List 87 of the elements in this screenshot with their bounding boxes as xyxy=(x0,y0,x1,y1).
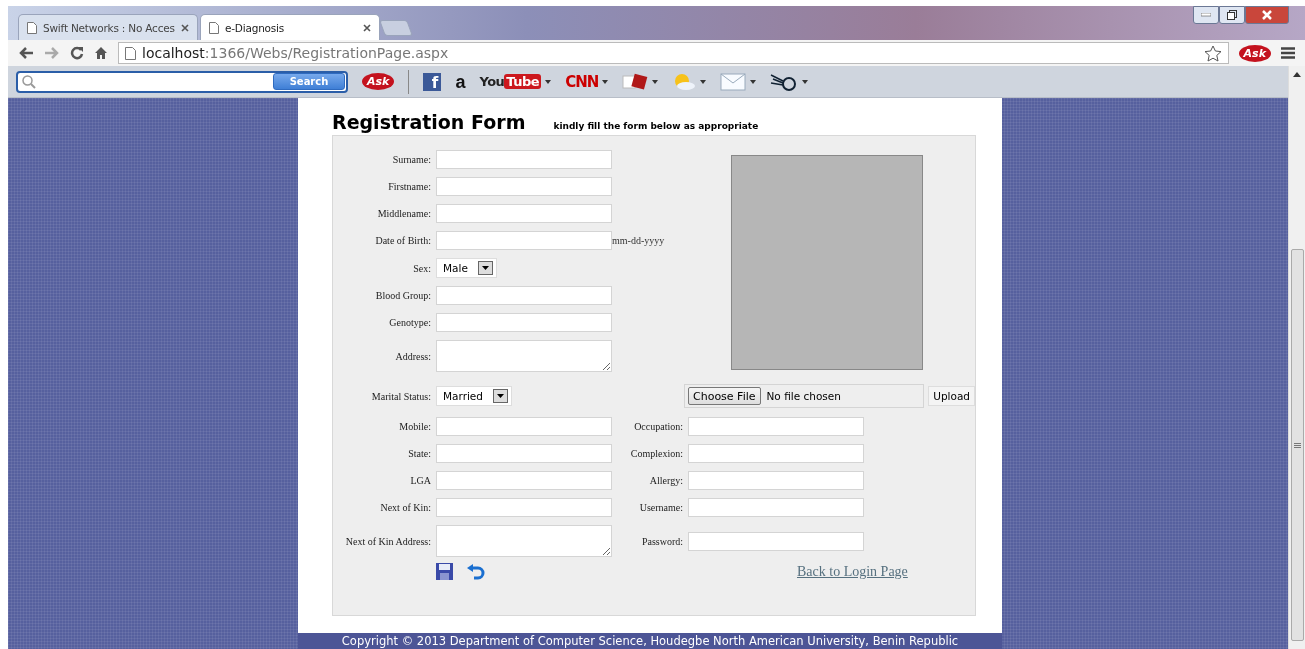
dice-icon[interactable] xyxy=(622,72,649,91)
text-area[interactable] xyxy=(436,340,612,372)
save-icon[interactable] xyxy=(436,563,453,580)
dropdown-caret-icon[interactable] xyxy=(602,79,609,84)
scroll-up-arrow-icon[interactable] xyxy=(1293,72,1301,77)
back-arrow-icon[interactable] xyxy=(18,46,34,60)
speed-dial-icon[interactable] xyxy=(770,72,799,91)
ask-logo[interactable]: Ask xyxy=(1238,44,1271,62)
text-field[interactable] xyxy=(436,417,612,436)
close-window-button[interactable] xyxy=(1245,6,1289,24)
text-field[interactable] xyxy=(436,150,612,169)
home-icon[interactable] xyxy=(94,46,108,60)
scrollbar[interactable] xyxy=(1288,66,1305,649)
date-format-hint: mm-dd-yyyy xyxy=(612,235,665,246)
restore-icon xyxy=(1227,10,1237,20)
copyright-footer: Copyright © 2013 Department of Computer Science, Houdegbe North American University, Benin Republic xyxy=(298,633,1002,649)
menu-icon[interactable] xyxy=(1281,47,1295,59)
field-label: Firstname: xyxy=(387,181,431,192)
text-field[interactable] xyxy=(436,498,612,517)
dropdown-caret-icon[interactable] xyxy=(652,79,659,84)
text-area[interactable] xyxy=(436,525,612,557)
cnn-logo[interactable]: CNN xyxy=(565,72,599,91)
reload-icon[interactable] xyxy=(70,46,84,60)
dropdown-caret-icon[interactable] xyxy=(750,79,757,84)
field-label: Date of Birth: xyxy=(374,235,431,246)
field-label: Username: xyxy=(638,502,683,513)
choose-file-button[interactable]: Choose File xyxy=(688,387,761,405)
upload-button[interactable]: Upload xyxy=(928,386,975,406)
minimize-button[interactable] xyxy=(1193,6,1219,24)
forward-arrow-icon[interactable] xyxy=(44,46,60,60)
text-field[interactable] xyxy=(436,444,612,463)
select-field[interactable]: Married xyxy=(436,386,512,406)
field-label: Password: xyxy=(640,535,683,547)
field-label: State: xyxy=(407,448,431,459)
field-label: Genotype: xyxy=(388,317,431,328)
grip-icon xyxy=(1293,442,1301,448)
field-label: Next of Kin: xyxy=(379,502,431,513)
text-field[interactable] xyxy=(688,417,864,436)
text-field[interactable] xyxy=(688,531,864,551)
amazon-logo[interactable]: a xyxy=(455,73,466,90)
field-label: Complexion: xyxy=(629,448,683,459)
dropdown-caret-icon[interactable] xyxy=(545,79,552,84)
browser-tab[interactable]: e-Diagnosis xyxy=(200,14,380,40)
file-status: No file chosen xyxy=(766,390,841,402)
search-icon xyxy=(22,74,36,89)
text-field[interactable] xyxy=(688,471,864,490)
field-label: Occupation: xyxy=(633,421,683,432)
undo-icon[interactable] xyxy=(467,563,485,580)
field-label: Surname: xyxy=(391,154,431,165)
page-icon xyxy=(27,21,37,34)
back-to-login-link[interactable]: Back to Login Page xyxy=(797,563,908,580)
minimize-icon xyxy=(1201,13,1211,17)
page-icon xyxy=(125,46,136,60)
form-instruction: kindly fill the form below as appropriate xyxy=(553,121,759,131)
field-label: Address: xyxy=(394,350,431,362)
star-icon[interactable] xyxy=(1203,44,1222,62)
text-field[interactable] xyxy=(688,498,864,517)
field-label: LGA xyxy=(409,475,431,486)
field-label: Allergy: xyxy=(648,475,683,486)
facebook-logo[interactable]: f xyxy=(423,72,442,91)
field-label: Next of Kin Address: xyxy=(344,535,431,547)
ask-logo[interactable]: Ask xyxy=(362,73,395,90)
file-input[interactable]: Choose File No file chosen xyxy=(684,384,925,408)
text-field[interactable] xyxy=(436,177,612,196)
close-icon[interactable] xyxy=(181,23,189,32)
text-field[interactable] xyxy=(688,444,864,463)
field-label: Mobile: xyxy=(398,421,431,432)
page-icon xyxy=(209,21,219,34)
field-label: Marital Status: xyxy=(370,390,431,402)
dropdown-caret-icon[interactable] xyxy=(802,79,809,84)
text-field[interactable] xyxy=(436,471,612,490)
restore-button[interactable] xyxy=(1219,6,1245,24)
close-icon[interactable] xyxy=(363,23,371,32)
field-label: Blood Group: xyxy=(374,290,431,301)
field-label: Middlename: xyxy=(376,208,431,219)
browser-tab[interactable]: Swift Networks : No Acces xyxy=(18,14,198,40)
text-field[interactable] xyxy=(436,204,612,223)
address-bar[interactable]: localhost:1366/Webs/RegistrationPage.aspx xyxy=(118,42,1229,64)
text-field[interactable] xyxy=(436,313,612,332)
select-field[interactable]: Male xyxy=(436,258,497,278)
form-title: Registration Form xyxy=(332,111,526,133)
text-field[interactable] xyxy=(436,231,612,250)
close-icon xyxy=(1261,10,1273,20)
text-field[interactable] xyxy=(436,286,612,305)
dropdown-caret-icon[interactable] xyxy=(700,79,707,84)
field-label: Sex: xyxy=(412,262,431,274)
new-tab-button[interactable] xyxy=(379,20,413,36)
